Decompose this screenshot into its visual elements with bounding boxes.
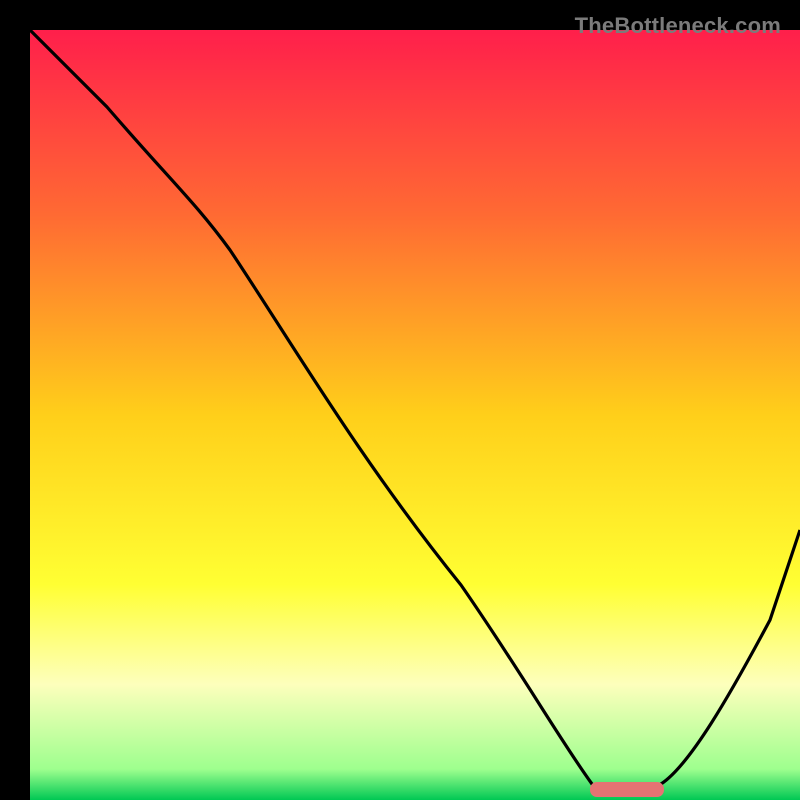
- bottleneck-chart: [30, 30, 800, 800]
- gradient-background: [30, 30, 800, 800]
- optimal-range-marker: [590, 782, 664, 797]
- watermark-text: TheBottleneck.com: [575, 13, 781, 39]
- chart-frame: TheBottleneck.com: [15, 15, 785, 785]
